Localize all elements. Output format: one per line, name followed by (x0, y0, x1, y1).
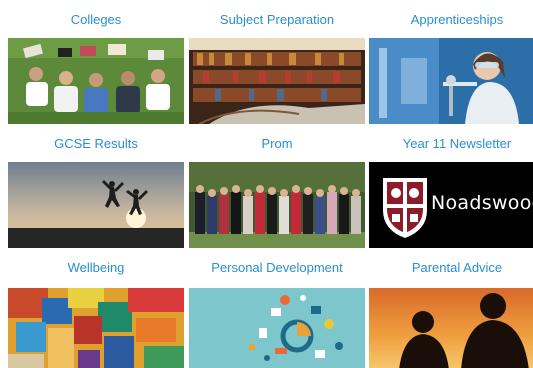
students-on-grass-image (8, 38, 184, 124)
tile-image-apprenticeships[interactable] (369, 38, 533, 124)
tile-title-gcse-results[interactable]: GCSE Results (8, 136, 184, 152)
prom-group-photo-image (189, 162, 365, 248)
tile-image-year-11-newsletter[interactable]: Noadswood (369, 162, 533, 248)
infographic-icons-image (189, 288, 365, 368)
tile-image-parental-advice[interactable] (369, 286, 533, 368)
tile-title-personal-development[interactable]: Personal Development (189, 260, 365, 276)
tile-title-colleges[interactable]: Colleges (8, 12, 184, 28)
tile-title-parental-advice[interactable]: Parental Advice (369, 260, 533, 276)
tile-image-wellbeing[interactable] (8, 286, 184, 368)
tile-image-colleges[interactable] (8, 38, 184, 124)
abstract-painting-image (8, 288, 184, 368)
jumping-silhouettes-sunset-image (8, 162, 184, 248)
newsletter-brand-name: Noadswood (431, 192, 533, 214)
scientist-lab-image (369, 38, 533, 124)
tile-title-prom[interactable]: Prom (189, 136, 365, 152)
tile-image-subject-preparation[interactable] (189, 38, 365, 124)
tile-image-personal-development[interactable] (189, 286, 365, 368)
tile-title-year-11-newsletter[interactable]: Year 11 Newsletter (369, 136, 533, 152)
library-bookshelves-image (189, 38, 365, 124)
silhouettes-sunset-image (369, 288, 533, 368)
tile-title-apprenticeships[interactable]: Apprenticeships (369, 12, 533, 28)
tile-image-gcse-results[interactable] (8, 162, 184, 248)
tile-title-subject-preparation[interactable]: Subject Preparation (189, 12, 365, 28)
tile-image-prom[interactable] (189, 162, 365, 248)
tile-title-wellbeing[interactable]: Wellbeing (8, 260, 184, 276)
